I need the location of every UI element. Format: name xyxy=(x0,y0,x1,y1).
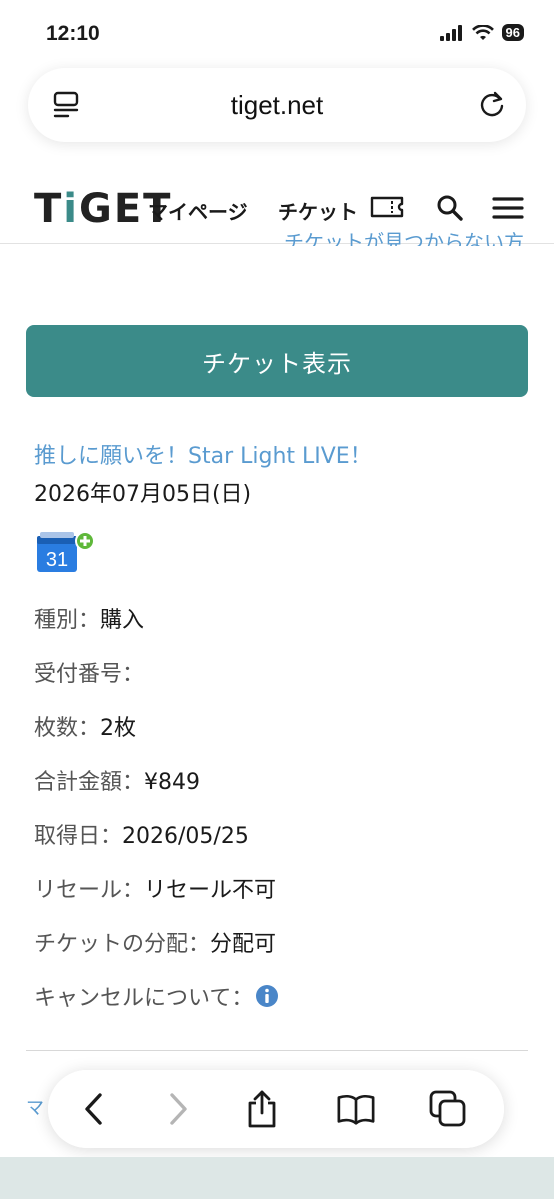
add-to-calendar-icon[interactable]: 31 xyxy=(37,530,97,580)
status-bar: 12:10 96 xyxy=(0,0,554,62)
back-button[interactable] xyxy=(74,1089,114,1129)
url-text[interactable]: tiget.net xyxy=(28,90,526,121)
detail-row-reception-number: 受付番号： xyxy=(34,656,144,688)
detail-row-type: 種別：購入 xyxy=(34,602,144,634)
nav-ticket-link[interactable]: チケット xyxy=(278,196,358,225)
detail-label: 合計金額： xyxy=(34,770,145,795)
calendar-day-text: 31 xyxy=(46,549,68,571)
detail-label: 種別： xyxy=(34,608,101,633)
forward-button[interactable] xyxy=(158,1089,198,1129)
search-icon[interactable] xyxy=(436,194,464,226)
detail-row-distribution: チケットの分配：分配可 xyxy=(34,926,276,958)
detail-row-total: 合計金額：¥849 xyxy=(34,764,200,796)
nav-mypage-link[interactable]: マイページ xyxy=(148,196,248,225)
detail-row-cancellation: キャンセルについて： xyxy=(34,980,279,1014)
detail-label: 受付番号： xyxy=(34,662,145,687)
detail-value: 2枚 xyxy=(100,716,137,741)
detail-row-quantity: 枚数：2枚 xyxy=(34,710,136,742)
info-icon[interactable] xyxy=(255,984,279,1014)
detail-label: 枚数： xyxy=(34,716,101,741)
ticket-not-found-link[interactable]: チケットが見つからない方 xyxy=(284,226,524,246)
tabs-icon xyxy=(429,1090,466,1127)
bookmarks-button[interactable] xyxy=(336,1089,376,1129)
wifi-icon xyxy=(471,24,494,40)
book-icon xyxy=(337,1094,375,1125)
event-title-link[interactable]: 推しに願いを！Star Light LIVE！ xyxy=(34,438,372,470)
cellular-signal-icon xyxy=(439,24,462,41)
chevron-left-icon xyxy=(85,1093,102,1125)
reload-icon[interactable] xyxy=(476,88,508,124)
browser-toolbar xyxy=(48,1070,504,1148)
detail-value: リセール不可 xyxy=(144,878,277,903)
share-icon xyxy=(248,1090,276,1128)
detail-label: キャンセルについて： xyxy=(34,986,254,1011)
chevron-right-icon xyxy=(170,1093,187,1125)
detail-row-acquired-date: 取得日：2026/05/25 xyxy=(34,818,249,850)
ticket-icon[interactable] xyxy=(370,196,404,222)
detail-value: 購入 xyxy=(100,608,145,633)
show-ticket-button[interactable]: チケット表示 xyxy=(26,325,528,397)
detail-value: 2026/05/25 xyxy=(122,824,249,849)
status-time: 12:10 xyxy=(46,22,100,45)
status-icons: 96 xyxy=(439,24,524,41)
detail-label: チケットの分配： xyxy=(34,932,211,957)
detail-label: リセール： xyxy=(34,878,145,903)
share-button[interactable] xyxy=(242,1089,282,1129)
event-date: 2026年07月05日(日) xyxy=(34,482,252,507)
partially-hidden-link[interactable]: マ xyxy=(26,1094,44,1120)
section-divider xyxy=(26,1050,528,1051)
hamburger-menu-icon[interactable] xyxy=(492,196,524,224)
bottom-strip xyxy=(0,1157,554,1199)
detail-value: 分配可 xyxy=(210,932,277,957)
detail-label: 取得日： xyxy=(34,824,123,849)
detail-value: ¥849 xyxy=(144,770,201,795)
battery-indicator: 96 xyxy=(501,24,524,41)
detail-row-resale: リセール：リセール不可 xyxy=(34,872,276,904)
browser-address-bar[interactable]: tiget.net xyxy=(28,68,526,142)
tabs-button[interactable] xyxy=(428,1089,468,1129)
